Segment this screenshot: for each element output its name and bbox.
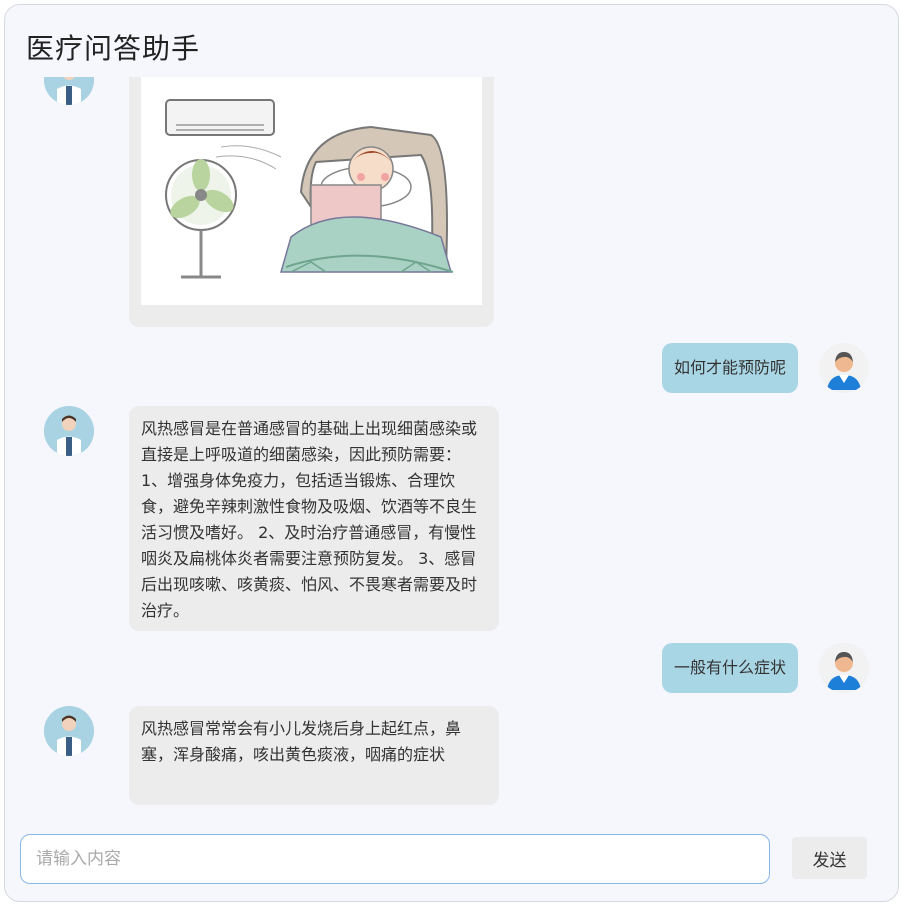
- bot-message: 风热感冒是在普通感冒的基础上出现细菌感染或直接是上呼吸道的细菌感染，因此预防需要…: [129, 406, 499, 631]
- page-title: 医疗问答助手: [26, 32, 201, 65]
- message-text: 如何才能预防呢: [673, 358, 786, 377]
- message-text: 风热感冒是在普通感冒的基础上出现细菌感染或直接是上呼吸道的细菌感染，因此预防需要…: [141, 419, 478, 620]
- message-text: 一般有什么症状: [673, 658, 786, 677]
- chat-window: 医疗问答助手 如何才能预防呢 风热感冒是在普通感冒的基础上出现细菌感染或直接是上…: [4, 4, 899, 902]
- message-text: 风热感冒常常会有小儿发烧后身上起红点，鼻塞，浑身酸痛，咳出黄色痰液，咽痛的症状: [141, 719, 462, 764]
- send-button[interactable]: 发送: [792, 837, 867, 879]
- message-image-bubble: [129, 77, 494, 327]
- sick-child-illustration: [141, 77, 482, 305]
- user-avatar-icon: [819, 343, 869, 393]
- bot-message: 风热感冒常常会有小儿发烧后身上起红点，鼻塞，浑身酸痛，咳出黄色痰液，咽痛的症状: [129, 706, 499, 805]
- message-list[interactable]: 如何才能预防呢 风热感冒是在普通感冒的基础上出现细菌感染或直接是上呼吸道的细菌感…: [5, 77, 898, 829]
- doctor-avatar-icon: [44, 406, 94, 456]
- user-message: 一般有什么症状: [661, 643, 798, 693]
- user-avatar-icon: [819, 643, 869, 693]
- user-message: 如何才能预防呢: [661, 343, 798, 393]
- doctor-avatar-icon: [44, 77, 94, 105]
- message-input[interactable]: [20, 834, 770, 884]
- doctor-avatar-icon: [44, 706, 94, 756]
